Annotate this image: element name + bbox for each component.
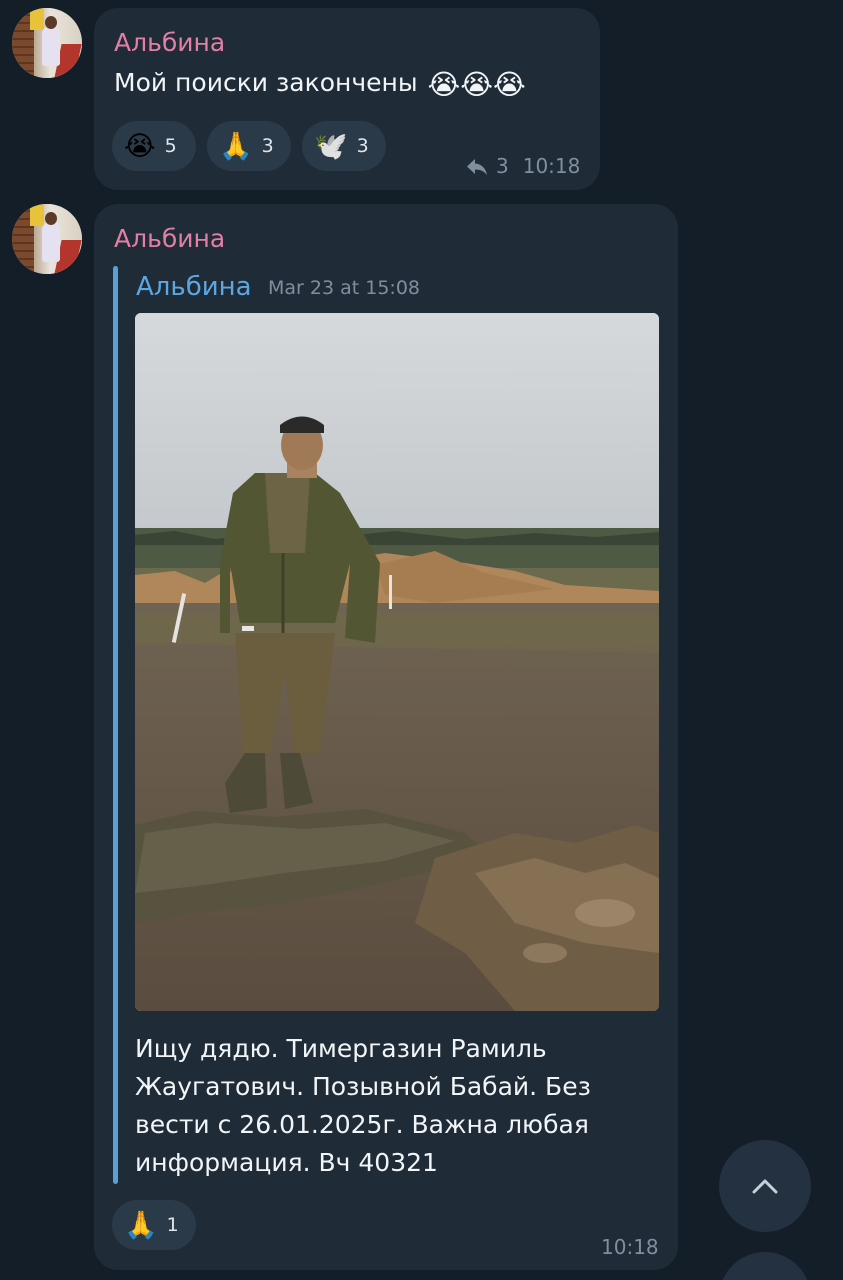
reaction-pray[interactable]: 🙏 3	[207, 121, 291, 171]
message-time: 10:18	[522, 154, 581, 178]
folded-hands-icon: 🙏	[219, 130, 253, 162]
reply-count[interactable]: 3	[496, 154, 509, 178]
reaction-dove[interactable]: 🕊️ 3	[302, 121, 386, 171]
reaction-pray[interactable]: 🙏 1	[112, 1200, 196, 1250]
message-meta: 3 10:18	[466, 154, 580, 178]
dove-icon: 🕊️	[314, 130, 348, 162]
folded-hands-icon: 🙏	[124, 1209, 158, 1241]
chevron-up-icon	[752, 1179, 778, 1194]
forwarded-from-name[interactable]: Альбина	[136, 272, 252, 302]
reaction-count: 1	[166, 1214, 179, 1236]
message-photo[interactable]	[135, 313, 659, 1011]
sender-name[interactable]: Альбина	[114, 28, 225, 57]
message-text-body: Мой поиски закончены	[114, 68, 418, 97]
secondary-fab[interactable]	[719, 1252, 811, 1280]
reaction-count: 5	[164, 135, 177, 157]
sender-name[interactable]: Альбина	[114, 224, 225, 253]
chat-view: Альбина Мой поиски закончены 😭😭😭 😭 5 🙏 3…	[0, 0, 843, 1280]
photo-content	[135, 313, 659, 1011]
sender-avatar[interactable]	[12, 8, 82, 78]
reaction-count: 3	[356, 135, 369, 157]
forward-quote-bar	[113, 266, 118, 1184]
scroll-up-button[interactable]	[719, 1140, 811, 1232]
message-text: Мой поиски закончены 😭😭😭	[114, 68, 526, 99]
message-time: 10:18	[601, 1235, 659, 1259]
forwarded-date: Mar 23 at 15:08	[268, 277, 420, 299]
reaction-count: 3	[261, 135, 274, 157]
message-bubble[interactable]: Альбина Мой поиски закончены 😭😭😭 😭 5 🙏 3…	[94, 8, 600, 190]
crying-face-icon: 😭	[124, 130, 156, 162]
reaction-crying[interactable]: 😭 5	[112, 121, 196, 171]
message-bubble[interactable]: Альбина Альбина Mar 23 at 15:08 Ищу дядю…	[94, 204, 678, 1270]
sender-avatar[interactable]	[12, 204, 82, 274]
photo-caption: Ищу дядю. Тимергазин Рамиль Жаугатович. …	[135, 1034, 591, 1177]
crying-emoji: 😭😭😭	[427, 68, 526, 101]
message-meta: 10:18	[601, 1235, 659, 1259]
reply-arrow-icon[interactable]	[466, 157, 488, 175]
